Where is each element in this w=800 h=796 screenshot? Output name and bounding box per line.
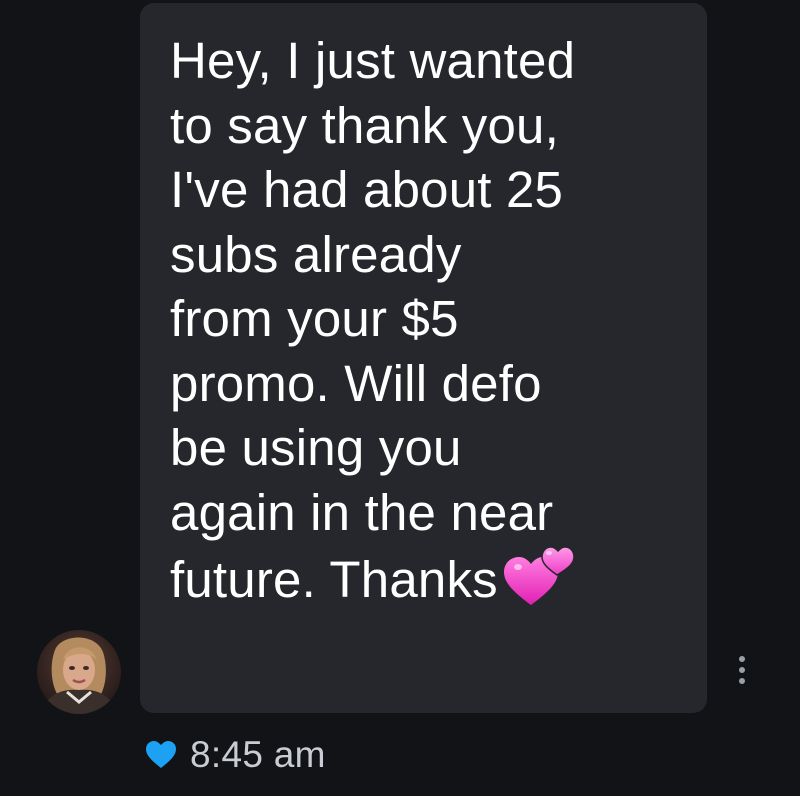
message-body: Hey, I just wanted to say thank you, I'v… xyxy=(170,32,576,608)
message-text: Hey, I just wanted to say thank you, I'v… xyxy=(170,29,683,613)
avatar-image xyxy=(37,630,121,714)
message-status: 8:45 am xyxy=(146,733,326,777)
message-bubble[interactable]: Hey, I just wanted to say thank you, I'v… xyxy=(140,3,707,713)
two-hearts-emoji-icon xyxy=(503,546,574,605)
more-vertical-icon[interactable] xyxy=(733,652,751,688)
message-timestamp: 8:45 am xyxy=(190,734,326,775)
avatar[interactable] xyxy=(37,630,121,714)
heart-icon[interactable] xyxy=(146,741,176,769)
chat-thread: Hey, I just wanted to say thank you, I'v… xyxy=(0,0,800,796)
